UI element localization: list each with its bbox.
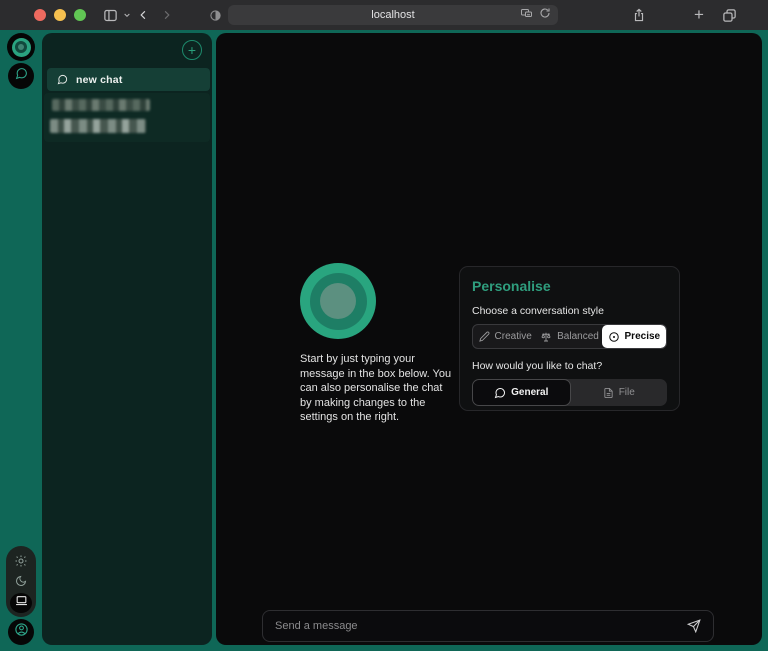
zoom-window-button[interactable] xyxy=(74,9,86,21)
file-icon xyxy=(603,387,614,399)
address-bar-url: localhost xyxy=(371,9,414,21)
forward-button[interactable] xyxy=(161,0,172,30)
sidebar-item-new-chat[interactable]: new chat xyxy=(47,68,210,91)
person-in-circle-icon xyxy=(14,622,29,642)
message-composer xyxy=(262,610,714,642)
app-frame: + new chat Start by just typing your mes… xyxy=(0,30,768,651)
moon-icon xyxy=(15,574,27,592)
intro-text: Start by just typing your message in the… xyxy=(300,352,452,425)
style-creative-button[interactable]: Creative xyxy=(473,325,537,348)
plus-icon: + xyxy=(188,43,196,57)
plus-icon: + xyxy=(694,5,704,25)
new-chat-label: new chat xyxy=(76,74,123,86)
conversation-style-segmented-control: Creative Balanced Precise xyxy=(472,324,667,349)
browser-chrome: localhost + xyxy=(0,0,768,30)
address-bar[interactable]: localhost xyxy=(228,5,558,25)
tab-overview-icon xyxy=(722,8,737,23)
chevron-right-icon xyxy=(161,9,172,21)
chat-history-list xyxy=(44,93,210,142)
minimize-window-button[interactable] xyxy=(54,9,66,21)
sidebar: + new chat xyxy=(42,33,212,645)
share-icon xyxy=(632,7,646,23)
personalise-panel: Personalise Choose a conversation style … xyxy=(459,266,680,411)
window: localhost + xyxy=(0,0,768,651)
message-input[interactable] xyxy=(275,620,677,632)
chat-history-item-redacted[interactable] xyxy=(52,99,150,111)
chat-bubble-icon xyxy=(494,387,506,399)
sidebar-toggle-button[interactable] xyxy=(102,0,131,30)
theme-light-button[interactable] xyxy=(10,553,32,573)
app-logo-large xyxy=(300,263,376,339)
chats-nav-button[interactable] xyxy=(8,63,34,89)
new-chat-plus-button[interactable]: + xyxy=(182,40,202,60)
chat-bubble-icon xyxy=(57,74,68,85)
theme-dark-button[interactable] xyxy=(10,573,32,593)
app-logo-icon[interactable] xyxy=(7,33,35,61)
back-button[interactable] xyxy=(138,0,149,30)
target-icon xyxy=(608,331,620,343)
traffic-lights xyxy=(34,9,86,21)
input-method-icon[interactable] xyxy=(520,6,533,24)
main-content: Start by just typing your message in the… xyxy=(216,33,762,645)
sidebar-toggle-icon xyxy=(102,8,119,23)
chat-history-item-redacted[interactable] xyxy=(50,119,146,133)
mode-general-button[interactable]: General xyxy=(472,379,571,406)
style-precise-button[interactable]: Precise xyxy=(602,325,666,348)
chevron-left-icon xyxy=(138,9,149,21)
sun-icon xyxy=(15,554,27,572)
reader-contrast-icon[interactable] xyxy=(209,0,222,30)
personalise-title: Personalise xyxy=(472,278,667,294)
chevron-down-icon xyxy=(123,11,131,19)
mode-question: How would you like to chat? xyxy=(472,360,667,372)
reload-icon[interactable] xyxy=(539,6,551,24)
close-window-button[interactable] xyxy=(34,9,46,21)
scales-icon xyxy=(540,331,552,343)
tab-overview-button[interactable] xyxy=(722,0,737,30)
new-tab-button[interactable]: + xyxy=(694,0,704,30)
chat-mode-segmented-control: General File xyxy=(472,379,667,406)
pencil-icon xyxy=(479,331,490,342)
account-button[interactable] xyxy=(8,619,34,645)
mode-file-button[interactable]: File xyxy=(571,379,668,406)
theme-system-button[interactable] xyxy=(10,593,32,613)
share-button[interactable] xyxy=(632,0,646,30)
chat-bubble-icon xyxy=(15,67,28,85)
send-button[interactable] xyxy=(687,619,701,633)
style-question: Choose a conversation style xyxy=(472,305,667,317)
theme-switcher xyxy=(6,546,36,617)
laptop-icon xyxy=(15,594,28,612)
left-rail xyxy=(0,30,42,651)
style-balanced-button[interactable]: Balanced xyxy=(537,325,601,348)
